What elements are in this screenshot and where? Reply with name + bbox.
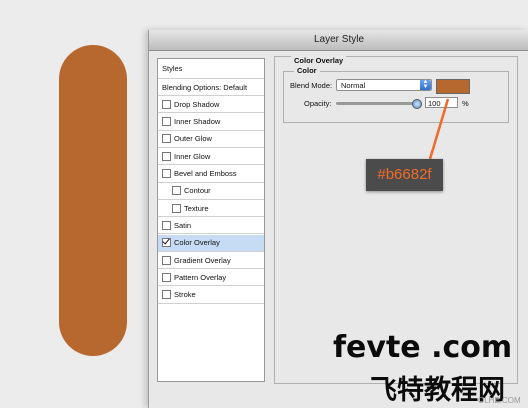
style-item-label: Stroke	[174, 290, 196, 300]
checkbox[interactable]	[172, 186, 181, 196]
style-item-texture[interactable]: Texture	[158, 200, 264, 218]
checkbox[interactable]	[162, 169, 171, 178]
checkbox[interactable]	[172, 203, 181, 213]
color-group: Color Blend Mode: Normal ▲ ▼ Opacity: 100…	[283, 66, 509, 123]
style-item-label: Inner Glow	[174, 151, 211, 161]
style-item-gradient-overlay[interactable]: Gradient Overlay	[158, 252, 264, 269]
style-item-drop-shadow[interactable]: Drop Shadow	[158, 96, 264, 114]
checkbox[interactable]	[162, 134, 171, 144]
checkbox[interactable]	[162, 99, 171, 109]
style-item-contour[interactable]: Contour	[158, 183, 264, 200]
checkbox[interactable]	[162, 290, 171, 300]
watermark-fevte: fevte .com	[333, 330, 513, 365]
blend-mode-select[interactable]: Normal ▲ ▼	[336, 79, 432, 91]
style-item-inner-shadow[interactable]: Inner Shadow	[158, 114, 264, 131]
dialog-title: Layer Style	[149, 30, 528, 51]
overlay-color-swatch[interactable]	[436, 79, 470, 94]
opacity-input[interactable]: 100	[425, 97, 458, 108]
style-item-outer-glow[interactable]: Outer Glow	[158, 131, 264, 148]
style-item-label: Pattern Overlay	[174, 272, 227, 282]
style-item-label: Satin	[174, 220, 192, 230]
checkbox[interactable]	[162, 117, 171, 127]
opacity-label: Opacity:	[304, 99, 332, 108]
color-group-title: Color	[294, 66, 320, 75]
blend-mode-value: Normal	[341, 81, 366, 90]
checkbox[interactable]	[162, 255, 171, 265]
style-item-label: Blending Options: Default	[162, 82, 248, 92]
style-item-satin[interactable]: Satin	[158, 217, 264, 235]
style-item-label: Texture	[184, 203, 209, 213]
style-item-label: Gradient Overlay	[174, 255, 231, 265]
style-item-label: Contour	[184, 186, 211, 196]
style-item-label: Color Overlay	[174, 238, 220, 248]
style-item-label: Inner Shadow	[174, 117, 221, 127]
style-item-label: Outer Glow	[174, 134, 212, 144]
style-item-bevel-and-emboss[interactable]: Bevel and Emboss	[158, 166, 264, 183]
styles-list-panel: Styles Blending Options: Default Drop Sha…	[157, 58, 265, 382]
style-item-pattern-overlay[interactable]: Pattern Overlay	[158, 269, 264, 287]
opacity-unit: %	[462, 99, 469, 108]
opacity-slider-track[interactable]	[336, 102, 418, 105]
style-item-stroke[interactable]: Stroke	[158, 287, 264, 304]
watermark-olhe: OLHE.COM	[478, 396, 521, 405]
checkbox[interactable]	[162, 151, 171, 161]
style-item-label: Drop Shadow	[174, 99, 220, 109]
style-item-inner-glow[interactable]: Inner Glow	[158, 148, 264, 166]
checkbox[interactable]	[162, 220, 171, 230]
styles-header[interactable]: Styles	[158, 59, 264, 79]
checkbox[interactable]	[162, 272, 171, 282]
checked-checkbox[interactable]	[162, 238, 171, 248]
style-item-color-overlay[interactable]: Color Overlay	[158, 234, 264, 252]
up-down-arrows-icon: ▲ ▼	[420, 79, 431, 90]
color-overlay-preview-pill	[59, 45, 127, 356]
style-item-label: Bevel and Emboss	[174, 169, 237, 178]
opacity-slider-knob[interactable]	[412, 99, 422, 109]
style-item-blending-options-default[interactable]: Blending Options: Default	[158, 79, 264, 96]
color-overlay-title: Color Overlay	[291, 56, 347, 65]
blend-mode-label: Blend Mode:	[290, 81, 333, 90]
hex-color-callout: #b6682f	[366, 159, 443, 191]
